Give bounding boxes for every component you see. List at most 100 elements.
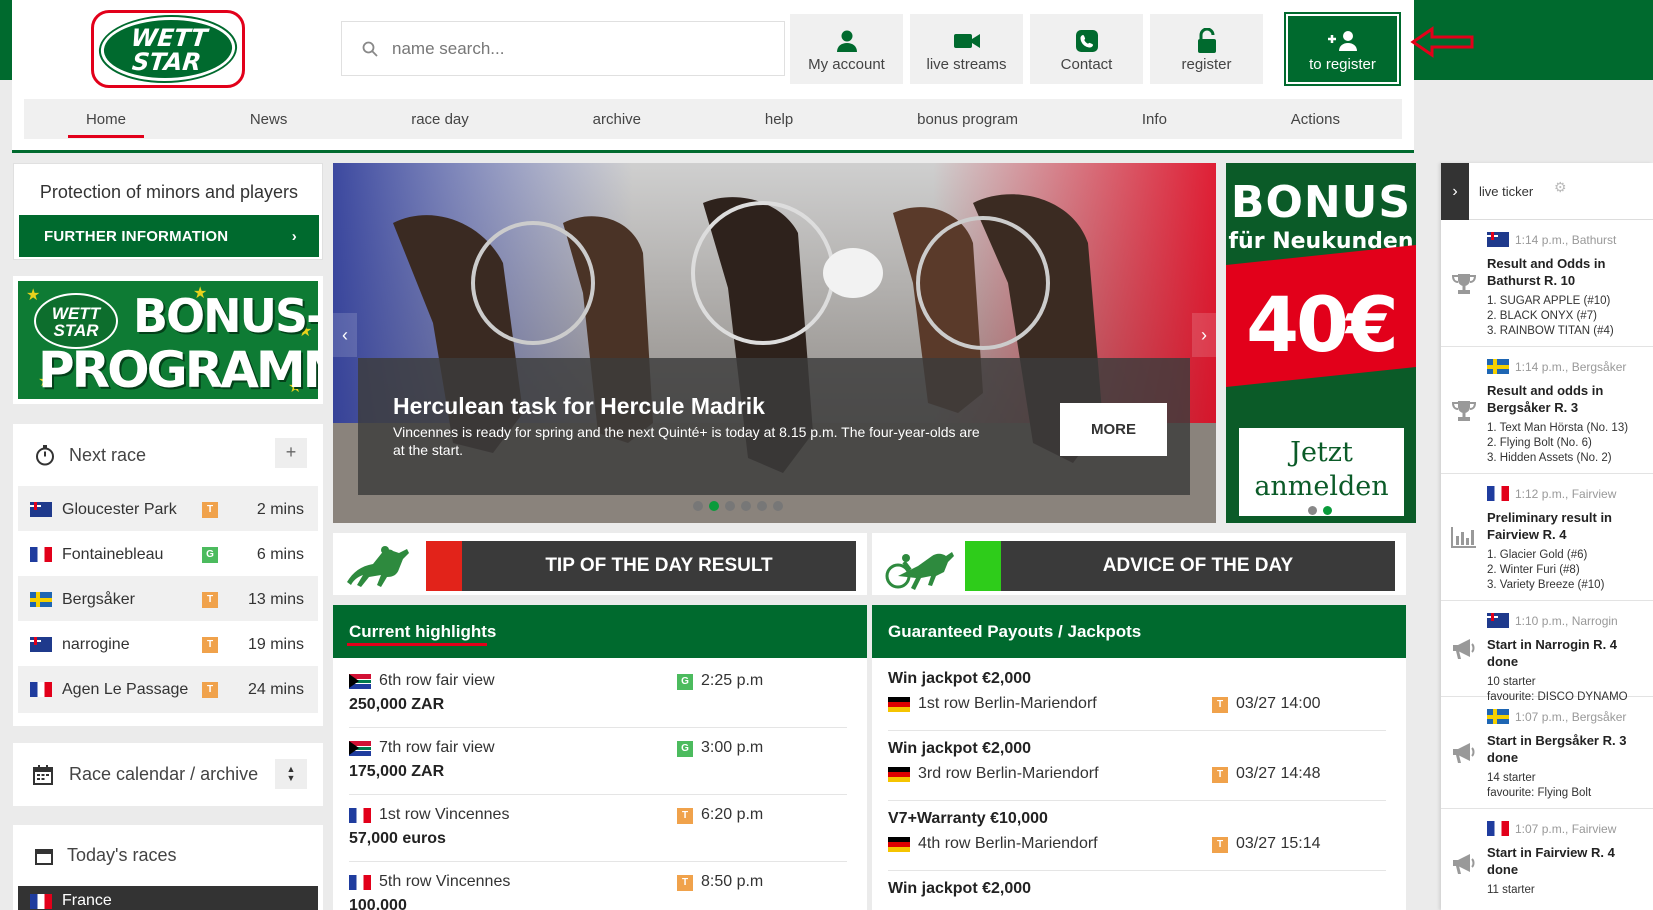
next-race-row[interactable]: Gloucester Park T 2 mins	[18, 486, 318, 533]
ticker-item-details: 1. Glacier Gold (#6) 2. Winter Furi (#8) 3…	[1487, 548, 1604, 593]
next-race-row[interactable]: narrogine T 19 mins	[18, 621, 318, 668]
red-color-swatch	[426, 541, 462, 591]
ticker-detail-line: favourite: Flying Bolt	[1487, 787, 1592, 799]
nav-archive[interactable]: archive	[585, 111, 649, 128]
slider-dot[interactable]	[725, 501, 735, 511]
race-countdown: 6 mins	[256, 545, 304, 563]
ticker-time-venue: 1:07 p.m., Fairview	[1515, 821, 1617, 836]
nav-info[interactable]: Info	[1134, 111, 1175, 128]
nav-home[interactable]: Home	[67, 111, 144, 138]
new-customer-bonus-ad[interactable]: BONUS für Neukunden 40€ Jetzt anmelden	[1226, 163, 1416, 523]
live-ticker-item[interactable]: 1:07 p.m., Fairview Start in Fairview R. …	[1441, 809, 1653, 910]
nav-bonus-program[interactable]: bonus program	[909, 111, 1026, 128]
slider-dot[interactable]	[773, 501, 783, 511]
hero-slider[interactable]: ‹ › Herculean task for Hercule Madrik Vi…	[333, 163, 1216, 523]
add-user-icon	[1327, 30, 1357, 51]
live-ticker-item[interactable]: 1:12 p.m., Fairview Preliminary result in…	[1441, 474, 1653, 601]
search-box[interactable]	[341, 21, 785, 76]
jackpot-title: Win jackpot €2,000	[888, 670, 1032, 687]
ticker-collapse-button[interactable]: ›	[1441, 163, 1469, 220]
tip-of-the-day-result-box[interactable]: TIP OF THE DAY RESULT	[333, 533, 867, 595]
next-race-row[interactable]: Bergsåker T 13 mins	[18, 576, 318, 623]
nav-race-day[interactable]: race day	[403, 111, 477, 128]
jackpot-row[interactable]: Win jackpot €2,000	[888, 868, 1386, 910]
highlight-row[interactable]: 5th row Vincennes 100,000 T 8:50 p.m	[349, 859, 847, 910]
protection-panel: Protection of minors and players FURTHER…	[13, 163, 323, 260]
slider-dot-active[interactable]	[709, 501, 719, 511]
flag-icon	[349, 874, 371, 890]
to-register-button[interactable]: to register	[1284, 12, 1401, 86]
slider-prev-button[interactable]: ‹	[333, 313, 357, 357]
jackpot-row[interactable]: Win jackpot €2,000 1st row Berlin-Mariend…	[888, 658, 1386, 731]
ticker-item-title: Start in Bergsåker R. 3 done	[1487, 733, 1627, 765]
further-information-button[interactable]: FURTHER INFORMATION ›	[19, 215, 319, 257]
search-input[interactable]	[392, 38, 752, 59]
chevron-right-icon: ›	[1201, 324, 1207, 345]
slider-dot[interactable]	[757, 501, 767, 511]
ticker-detail-line: 1. SUGAR APPLE (#10)	[1487, 295, 1611, 307]
expand-plus-button[interactable]: +	[275, 438, 307, 468]
flag-icon	[888, 766, 910, 782]
nav-news[interactable]: News	[242, 111, 296, 128]
flag-icon	[30, 547, 52, 562]
highlight-row[interactable]: 7th row fair view 175,000 ZAR G 3:00 p.m	[349, 725, 847, 795]
race-venue-name: Agen Le Passage	[62, 680, 189, 698]
todays-races-panel: Today's races France	[13, 825, 323, 910]
ticker-detail-line: 3. RAINBOW TITAN (#4)	[1487, 325, 1614, 337]
flag-icon	[1487, 232, 1509, 247]
nav-actions[interactable]: Actions	[1283, 111, 1348, 128]
racehorse-jockey-icon	[347, 546, 409, 587]
ticker-detail-line: 1. Text Man Hörsta (No. 13)	[1487, 422, 1629, 434]
contact-button[interactable]: Contact	[1030, 14, 1143, 84]
highlight-time: 2:25 p.m	[701, 672, 764, 689]
live-streams-button[interactable]: live streams	[910, 14, 1023, 84]
my-account-button[interactable]: My account	[790, 14, 903, 84]
next-race-row[interactable]: Agen Le Passage T 24 mins	[18, 666, 318, 713]
slider-dot[interactable]	[741, 501, 751, 511]
wettstar-logo[interactable]: WETT STAR	[97, 17, 239, 81]
megaphone-icon	[1451, 852, 1477, 881]
highlight-amount: 175,000 ZAR	[349, 763, 445, 780]
ticker-time-venue: 1:10 p.m., Narrogin	[1515, 613, 1618, 628]
race-type-badge: T	[202, 681, 218, 698]
cta-line-2: anmelden	[1254, 471, 1389, 502]
sign-up-now-button[interactable]: Jetzt anmelden	[1239, 428, 1404, 516]
slider-dot[interactable]	[693, 501, 703, 511]
race-calendar-panel[interactable]: Race calendar / archive ▲ ▼	[13, 743, 323, 806]
ticker-item-meta: 1:12 p.m., Fairview	[1487, 486, 1616, 501]
protection-title: Protection of minors and players	[39, 182, 299, 202]
live-ticker-header: › live ticker ⚙	[1441, 163, 1653, 220]
bar-chart-icon	[1451, 526, 1477, 553]
jackpot-race: 3rd row Berlin-Mariendorf	[888, 765, 1099, 783]
jackpot-row[interactable]: V7+Warranty €10,000 4th row Berlin-Marien…	[888, 798, 1386, 871]
live-ticker-item[interactable]: 1:14 p.m., Bergsåker Result and odds in B…	[1441, 347, 1653, 474]
live-ticker-item[interactable]: 1:14 p.m., Bathurst Result and Odds in Ba…	[1441, 220, 1653, 347]
jackpot-title: Win jackpot €2,000	[888, 740, 1032, 757]
jackpot-row[interactable]: Win jackpot €2,000 3rd row Berlin-Mariend…	[888, 728, 1386, 801]
race-type-badge: T	[202, 636, 218, 653]
gear-icon[interactable]: ⚙	[1554, 179, 1567, 196]
live-ticker-item[interactable]: 1:10 p.m., Narrogin Start in Narrogin R. …	[1441, 601, 1653, 703]
ad-dot-active[interactable]	[1323, 506, 1332, 515]
flag-icon	[349, 807, 371, 823]
ticker-item-meta: 1:07 p.m., Bergsåker	[1487, 709, 1626, 724]
race-type-badge: T	[677, 808, 693, 824]
flag-icon	[30, 502, 52, 517]
bonus-program-banner[interactable]: ★ ★ ★ ★ ★ ★ WETT STAR BONUS- PROGRAMM	[13, 276, 323, 404]
highlight-row[interactable]: 6th row fair view 250,000 ZAR G 2:25 p.m	[349, 658, 847, 728]
register-label: register	[1181, 55, 1232, 73]
live-streams-label: live streams	[926, 55, 1007, 73]
more-button[interactable]: MORE	[1060, 403, 1167, 456]
highlight-row[interactable]: 1st row Vincennes 57,000 euros T 6:20 p.m	[349, 792, 847, 862]
nav-help[interactable]: help	[757, 111, 801, 128]
advice-of-the-day-box[interactable]: ADVICE OF THE DAY	[872, 533, 1406, 595]
slide-title: Herculean task for Hercule Madrik	[393, 393, 765, 419]
ad-dot[interactable]	[1308, 506, 1317, 515]
slider-next-button[interactable]: ›	[1192, 313, 1216, 357]
register-button[interactable]: register	[1150, 14, 1263, 84]
live-ticker-item[interactable]: 1:07 p.m., Bergsåker Start in Bergsåker R…	[1441, 697, 1653, 809]
sort-toggle-button[interactable]: ▲ ▼	[275, 759, 307, 789]
my-account-label: My account	[808, 55, 885, 73]
country-row-france[interactable]: France	[18, 886, 318, 910]
next-race-row[interactable]: Fontainebleau G 6 mins	[18, 531, 318, 578]
